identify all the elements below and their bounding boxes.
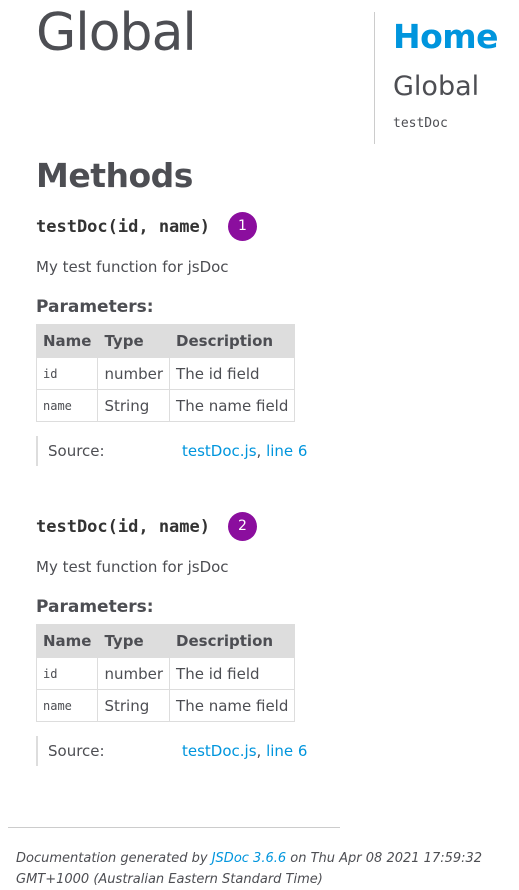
param-description: The id field (169, 357, 296, 390)
column-header-type: Type (97, 624, 171, 658)
param-description: The name field (169, 389, 296, 422)
method-number-badge: 2 (228, 511, 257, 541)
source-line-link[interactable]: line 6 (266, 742, 307, 760)
param-name: id (35, 657, 99, 690)
param-type: String (97, 389, 171, 422)
method-signature: testDoc(id, name) 1 (36, 211, 356, 242)
param-type: number (97, 657, 171, 690)
source-label: Source: (48, 442, 105, 460)
source-info: Source: testDoc.js, line 6 (36, 736, 356, 766)
table-row: name String The name field (35, 389, 296, 422)
method-signature-text: testDoc(id, name) (36, 517, 210, 537)
footer: Documentation generated by JSDoc 3.6.6 o… (16, 848, 506, 890)
parameters-heading: Parameters: (36, 297, 154, 317)
source-file-link[interactable]: testDoc.js (182, 742, 257, 760)
table-header-row: Name Type Description (35, 324, 296, 358)
param-type: number (97, 357, 171, 390)
parameters-table: Name Type Description id number The id f… (35, 624, 296, 722)
method-number-badge: 1 (228, 211, 257, 241)
table-row: name String The name field (35, 689, 296, 722)
side-nav: Home Global testDoc (374, 12, 519, 144)
param-type: String (97, 689, 171, 722)
param-name: name (35, 389, 99, 422)
source-label: Source: (48, 742, 105, 760)
jsdoc-link[interactable]: JSDoc 3.6.6 (212, 851, 286, 866)
column-header-name: Name (35, 624, 99, 658)
method-signature: testDoc(id, name) 2 (36, 511, 356, 542)
source-separator: , (256, 442, 262, 460)
nav-home-link[interactable]: Home (393, 17, 519, 56)
parameters-table: Name Type Description id number The id f… (35, 324, 296, 422)
page-title: Global (36, 3, 197, 63)
param-description: The name field (169, 689, 296, 722)
parameters-heading: Parameters: (36, 597, 154, 617)
method-block: testDoc(id, name) 2 My test function for … (35, 511, 356, 766)
column-header-type: Type (97, 324, 171, 358)
table-row: id number The id field (35, 357, 296, 390)
source-info: Source: testDoc.js, line 6 (36, 436, 356, 466)
param-name: id (35, 357, 99, 390)
table-header-row: Name Type Description (35, 624, 296, 658)
nav-section-heading: Global (393, 71, 480, 102)
source-file-link[interactable]: testDoc.js (182, 442, 257, 460)
footer-prefix: Documentation generated by (16, 851, 208, 866)
column-header-name: Name (35, 324, 99, 358)
column-header-description: Description (169, 324, 296, 358)
column-header-description: Description (169, 624, 296, 658)
method-description: My test function for jsDoc (36, 258, 229, 276)
methods-heading: Methods (36, 156, 193, 195)
source-separator: , (256, 742, 262, 760)
method-signature-text: testDoc(id, name) (36, 217, 210, 237)
table-row: id number The id field (35, 657, 296, 690)
param-description: The id field (169, 657, 296, 690)
source-line-link[interactable]: line 6 (266, 442, 307, 460)
footer-divider (8, 827, 340, 828)
method-block: testDoc(id, name) 1 My test function for … (35, 211, 356, 466)
method-description: My test function for jsDoc (36, 558, 229, 576)
param-name: name (35, 689, 99, 722)
nav-link-testdoc[interactable]: testDoc (393, 116, 519, 131)
